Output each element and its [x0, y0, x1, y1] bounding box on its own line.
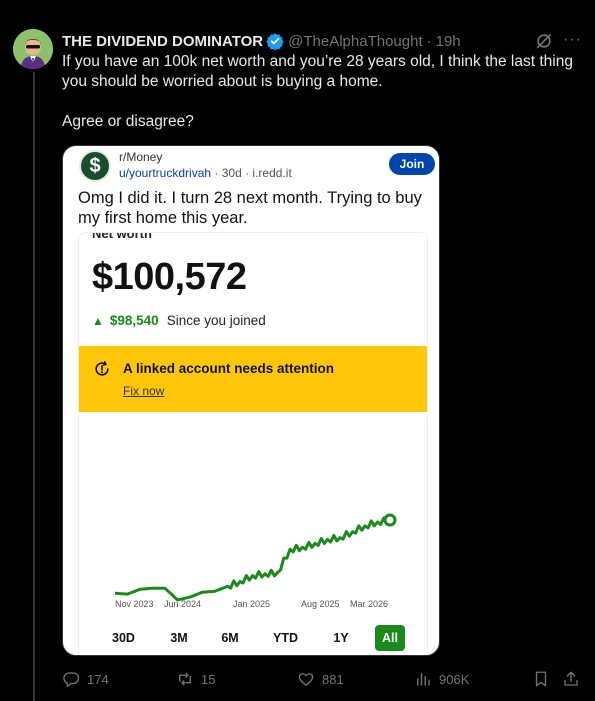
range-button-30d: 30D	[112, 631, 135, 645]
reddit-post-title: Omg I did it. I turn 28 next month. Tryi…	[78, 189, 422, 227]
networth-chart	[114, 513, 397, 602]
reddit-username: u/yourtruckdrivah	[119, 166, 212, 180]
verified-badge-icon	[266, 33, 284, 50]
networth-value: $100,572	[92, 256, 247, 298]
reddit-post-meta: u/yourtruckdrivah · 30d · i.redd.it	[119, 166, 292, 180]
like-button[interactable]: 881	[297, 668, 344, 690]
range-selector: 30D 3M 6M YTD 1Y All	[79, 625, 427, 651]
subreddit-avatar: $	[79, 150, 111, 182]
networth-screenshot: Net worth $100,572 ▲ $98,540 Since you j…	[78, 232, 428, 655]
reddit-post-age: · 30d ·	[214, 166, 250, 180]
tweet-text: If you have an 100k net worth and you’re…	[62, 52, 582, 132]
attached-image[interactable]: $ r/Money u/yourtruckdrivah · 30d · i.re…	[62, 145, 440, 656]
join-button: Join	[389, 153, 435, 175]
author-handle[interactable]: @TheAlphaThought	[288, 33, 422, 50]
repost-icon	[179, 672, 191, 686]
x-tick-label: Nov 2023	[115, 599, 154, 609]
x-tick-label: Mar 2026	[350, 599, 389, 609]
networth-label: Net worth	[92, 232, 152, 241]
subreddit-name: r/Money	[119, 150, 163, 164]
repost-count: 15	[201, 671, 216, 687]
like-count: 881	[322, 671, 344, 687]
reply-icon	[63, 672, 80, 688]
change-amount: $98,540	[109, 313, 159, 328]
series-end-point	[383, 513, 397, 527]
networth-change: ▲ $98,540 Since you joined	[92, 313, 266, 328]
range-button-ytd: YTD	[273, 631, 298, 645]
reply-count: 174	[87, 671, 109, 687]
up-arrow-icon: ▲	[92, 313, 104, 328]
view-count: 906K	[439, 671, 470, 687]
separator-dot: ·	[426, 32, 432, 50]
reply-button[interactable]: 174	[62, 668, 109, 690]
reddit-domain: i.redd.it	[252, 166, 292, 180]
x-tick-label: Aug 2025	[301, 599, 340, 609]
tweet-time[interactable]: 19h	[436, 33, 461, 50]
tweet-text-line: If you have an 100k net worth and you’re…	[62, 53, 573, 70]
tweet-header: THE DIVIDEND DOMINATOR @TheAlphaThought …	[62, 31, 461, 51]
share-icon[interactable]	[562, 670, 580, 688]
more-icon[interactable]: ···	[563, 32, 581, 48]
tweet-text-line: you should be worried about is buying a …	[62, 73, 383, 90]
views-icon	[417, 673, 430, 686]
author-name[interactable]: THE DIVIDEND DOMINATOR	[62, 33, 263, 50]
tweet-text-line: Agree or disagree?	[62, 113, 194, 130]
range-button-1y: 1Y	[333, 631, 349, 645]
x-tick-label: Jun 2024	[164, 599, 202, 609]
attention-icon	[95, 361, 109, 376]
bookmark-icon[interactable]	[532, 670, 550, 688]
tweet-actions: 174 15 881 906K	[62, 668, 582, 690]
fix-now-link: Fix now	[123, 384, 165, 398]
repost-button[interactable]: 15	[176, 668, 215, 690]
range-button-6m: 6M	[221, 631, 239, 645]
x-tick-label: Jan 2025	[233, 599, 271, 609]
networth-series-line	[114, 516, 392, 602]
like-icon	[298, 673, 314, 686]
attention-banner: A linked account needs attention Fix now	[79, 346, 427, 412]
range-button-all: All	[375, 625, 405, 651]
views-button[interactable]: 906K	[414, 668, 469, 690]
banner-message: A linked account needs attention	[123, 361, 335, 376]
range-button-3m: 3M	[170, 631, 188, 645]
change-caption: Since you joined	[166, 313, 266, 328]
grok-icon[interactable]	[535, 32, 553, 50]
thread-line	[33, 72, 35, 701]
avatar[interactable]	[13, 29, 53, 69]
